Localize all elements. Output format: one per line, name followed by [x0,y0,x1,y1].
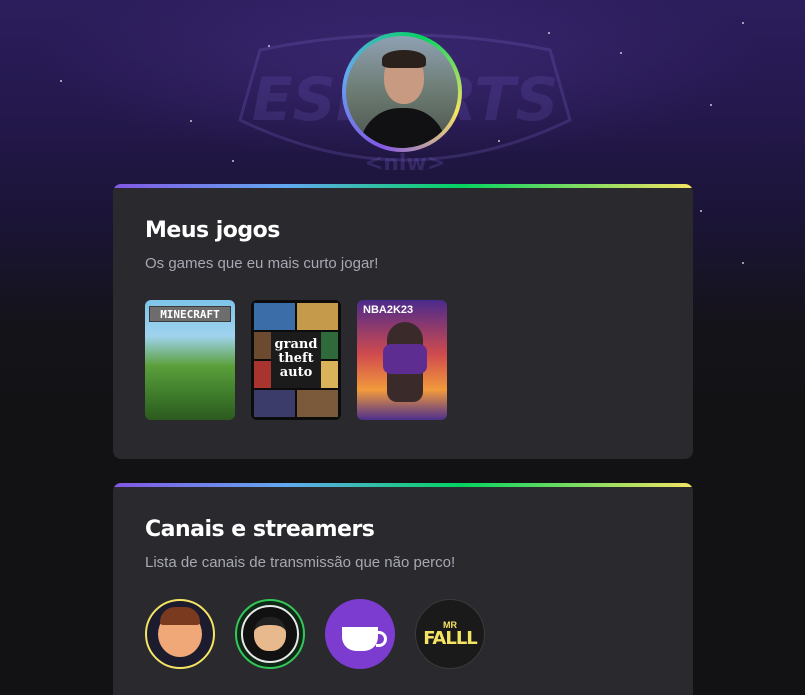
minecraft-logo: MINECRAFT [149,306,231,322]
channel-avatar-coffee[interactable] [325,599,395,669]
games-card-subtitle: Os games que eu mais curto jogar! [145,255,379,272]
channels-card: Canais e streamers Lista de canais de tr… [113,483,693,695]
game-minecraft[interactable]: MINECRAFT [145,300,235,420]
profile-avatar[interactable] [342,32,462,152]
games-card-title: Meus jogos [145,218,280,243]
coffee-cup-icon [342,627,387,651]
game-nba-2k23[interactable]: NBA2K23 [357,300,447,420]
games-card: Meus jogos Os games que eu mais curto jo… [113,184,693,459]
channels-list: MR FALLL [145,599,485,669]
channels-card-subtitle: Lista de canais de transmissão que não p… [145,554,456,571]
channel-avatar-mr-falll[interactable]: MR FALLL [415,599,485,669]
channel-avatar-casimiro[interactable] [235,599,305,669]
channel-avatar-1[interactable] [145,599,215,669]
gta-logo: grand theft auto [271,332,321,388]
nba-logo: NBA2K23 [363,304,414,316]
mr-falll-label-bottom: FALLL [423,627,478,649]
avatar-photo [346,36,458,148]
channels-card-title: Canais e streamers [145,517,375,542]
watermark-subtext: <nlw> [365,151,445,176]
games-list: MINECRAFT grand theft auto NBA2K23 [145,300,447,420]
game-gta-v[interactable]: grand theft auto [251,300,341,420]
